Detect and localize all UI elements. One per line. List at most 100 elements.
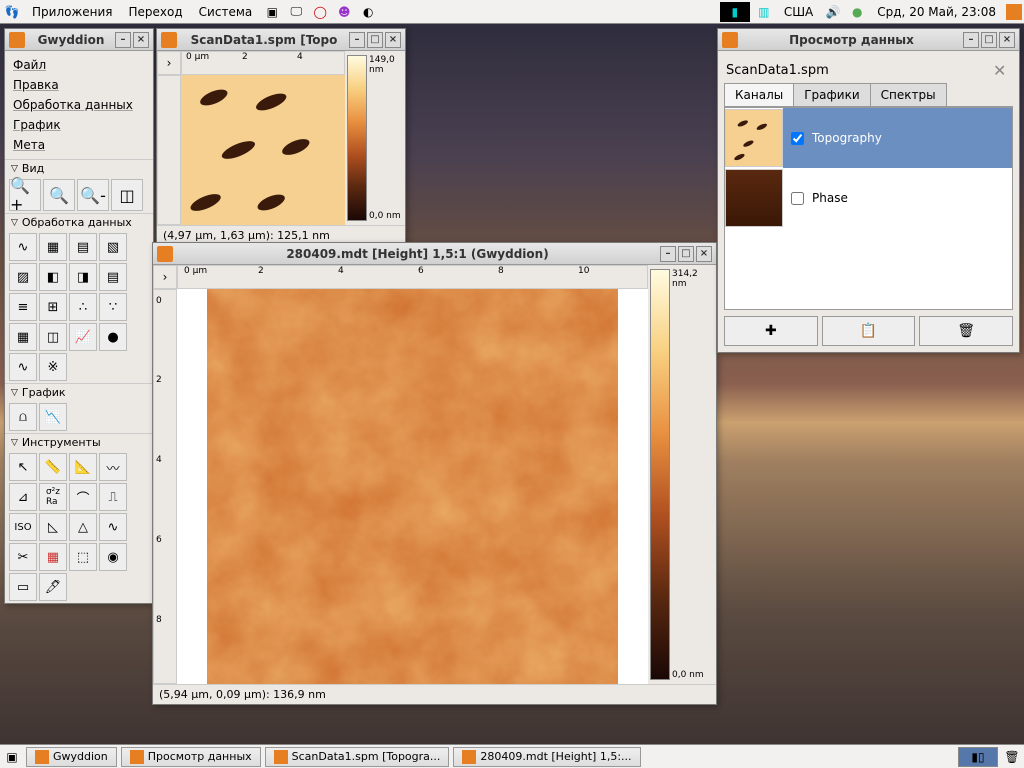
pidgin-icon[interactable]: ☻ xyxy=(334,2,354,22)
channel-visible-checkbox[interactable] xyxy=(791,192,804,205)
graph-tool-2[interactable]: 📉 xyxy=(39,403,67,431)
ruler-menu-button[interactable]: › xyxy=(153,265,177,289)
terminal-icon[interactable]: ▣ xyxy=(262,2,282,22)
minimize-button[interactable]: – xyxy=(115,32,131,48)
proc-tool-15[interactable]: 📈 xyxy=(69,323,97,351)
select-tool-icon[interactable]: ⬚ xyxy=(69,543,97,571)
browser-titlebar[interactable]: Просмотр данных – □ × xyxy=(718,29,1019,51)
crop-tool-icon[interactable]: ✂ xyxy=(9,543,37,571)
proc-tool-4[interactable]: ▧ xyxy=(99,233,127,261)
keyboard-layout[interactable]: США xyxy=(776,5,821,19)
menu-edit[interactable]: Правка xyxy=(13,75,145,95)
channel-row[interactable]: Topography xyxy=(725,108,1012,168)
ruler-tool-icon[interactable]: 📏 xyxy=(39,453,67,481)
fill-tool-icon[interactable]: ◉ xyxy=(99,543,127,571)
file-close-icon[interactable]: ✕ xyxy=(993,61,1011,79)
proc-tool-14[interactable]: ◫ xyxy=(39,323,67,351)
channel-row[interactable]: Phase xyxy=(725,168,1012,228)
height-image[interactable] xyxy=(177,289,648,684)
tri-tool-icon[interactable]: △ xyxy=(69,513,97,541)
monitor-icon[interactable]: 🖵 xyxy=(286,2,306,22)
proc-tool-16[interactable]: ● xyxy=(99,323,127,351)
iso-tool-icon[interactable]: ISO xyxy=(9,513,37,541)
close-button[interactable]: × xyxy=(999,32,1015,48)
opera-icon[interactable]: ◯ xyxy=(310,2,330,22)
close-button[interactable]: × xyxy=(385,32,401,48)
mask-tool-icon[interactable]: ▦ xyxy=(39,543,67,571)
view-3d-icon[interactable]: ◫ xyxy=(111,179,143,211)
workspace-switcher[interactable]: ▮▯ xyxy=(958,747,998,767)
proc-tool-7[interactable]: ◨ xyxy=(69,263,97,291)
zoom-11-icon[interactable]: 🔍 xyxy=(43,179,75,211)
maximize-button[interactable]: □ xyxy=(678,246,694,262)
gradient-tool-icon[interactable]: ▭ xyxy=(9,573,37,601)
proc-tool-13[interactable]: ▦ xyxy=(9,323,37,351)
curve-tool-icon[interactable]: ⌒ xyxy=(69,483,97,511)
menu-applications[interactable]: Приложения xyxy=(24,5,121,19)
zoom-out-icon[interactable]: 🔍- xyxy=(77,179,109,211)
colorbar[interactable] xyxy=(650,269,670,680)
task-button[interactable]: ScanData1.spm [Topogra... xyxy=(265,747,450,767)
proc-tool-5[interactable]: ▨ xyxy=(9,263,37,291)
level-tool-icon[interactable]: ◺ xyxy=(39,513,67,541)
maximize-button[interactable]: □ xyxy=(367,32,383,48)
proc-tool-10[interactable]: ⊞ xyxy=(39,293,67,321)
colorbar[interactable] xyxy=(347,55,367,221)
minimize-button[interactable]: – xyxy=(963,32,979,48)
scan-image[interactable] xyxy=(181,75,345,225)
tab-graphs[interactable]: Графики xyxy=(793,83,870,106)
profile-tool-icon[interactable]: 〰 xyxy=(99,453,127,481)
graph-tool-1[interactable]: ⩍ xyxy=(9,403,37,431)
gwyddion-tray-icon[interactable] xyxy=(1006,4,1022,20)
close-button[interactable]: × xyxy=(133,32,149,48)
task-button[interactable]: 280409.mdt [Height] 1,5:... xyxy=(453,747,640,767)
menu-meta[interactable]: Мета xyxy=(13,135,145,155)
spectrum-tool-icon[interactable]: ⊿ xyxy=(9,483,37,511)
pointer-tool-icon[interactable]: ↖ xyxy=(9,453,37,481)
section-process[interactable]: Обработка данных xyxy=(5,213,153,231)
channel-visible-checkbox[interactable] xyxy=(791,132,804,145)
stats-tool-icon[interactable]: σ²zRa xyxy=(39,483,67,511)
proc-tool-2[interactable]: ▦ xyxy=(39,233,67,261)
app-icon[interactable]: ◐ xyxy=(358,2,378,22)
clock[interactable]: Срд, 20 Май, 23:08 xyxy=(869,5,1004,19)
proc-tool-1[interactable]: ∿ xyxy=(9,233,37,261)
section-graph[interactable]: График xyxy=(5,383,153,401)
show-desktop-icon[interactable]: ▣ xyxy=(2,747,22,767)
step-tool-icon[interactable]: ⎍ xyxy=(99,483,127,511)
proc-tool-12[interactable]: ∵ xyxy=(99,293,127,321)
proc-tool-6[interactable]: ◧ xyxy=(39,263,67,291)
task-button[interactable]: Просмотр данных xyxy=(121,747,261,767)
scandata-titlebar[interactable]: ScanData1.spm [Topo – □ × xyxy=(157,29,405,51)
volume-icon[interactable]: 🔊 xyxy=(823,2,843,22)
new-button[interactable]: ✚ xyxy=(724,316,818,346)
menu-places[interactable]: Переход xyxy=(121,5,191,19)
proc-tool-18[interactable]: ※ xyxy=(39,353,67,381)
tray-bars-icon[interactable]: ▥ xyxy=(754,2,774,22)
path-tool-icon[interactable]: ∿ xyxy=(99,513,127,541)
trash-icon[interactable]: 🗑 xyxy=(1002,747,1022,767)
toolbox-titlebar[interactable]: Gwyddion – × xyxy=(5,29,153,51)
menu-file[interactable]: Файл xyxy=(13,55,145,75)
section-instruments[interactable]: Инструменты xyxy=(5,433,153,451)
ruler-menu-button[interactable]: › xyxy=(157,51,181,75)
maximize-button[interactable]: □ xyxy=(981,32,997,48)
section-view[interactable]: Вид xyxy=(5,159,153,177)
proc-tool-8[interactable]: ▤ xyxy=(99,263,127,291)
menu-system[interactable]: Система xyxy=(191,5,261,19)
copy-button[interactable]: 📋 xyxy=(822,316,916,346)
angle-tool-icon[interactable]: 📐 xyxy=(69,453,97,481)
delete-button[interactable]: 🗑 xyxy=(919,316,1013,346)
menu-process[interactable]: Обработка данных xyxy=(13,95,145,115)
proc-tool-3[interactable]: ▤ xyxy=(69,233,97,261)
proc-tool-17[interactable]: ∿ xyxy=(9,353,37,381)
tab-channels[interactable]: Каналы xyxy=(724,83,794,106)
tab-spectra[interactable]: Спектры xyxy=(870,83,947,106)
minimize-button[interactable]: – xyxy=(349,32,365,48)
menu-graph[interactable]: График xyxy=(13,115,145,135)
proc-tool-9[interactable]: ≡ xyxy=(9,293,37,321)
zoom-in-icon[interactable]: 🔍+ xyxy=(9,179,41,211)
height-titlebar[interactable]: 280409.mdt [Height] 1,5:1 (Gwyddion) – □… xyxy=(153,243,716,265)
close-button[interactable]: × xyxy=(696,246,712,262)
task-button[interactable]: Gwyddion xyxy=(26,747,117,767)
